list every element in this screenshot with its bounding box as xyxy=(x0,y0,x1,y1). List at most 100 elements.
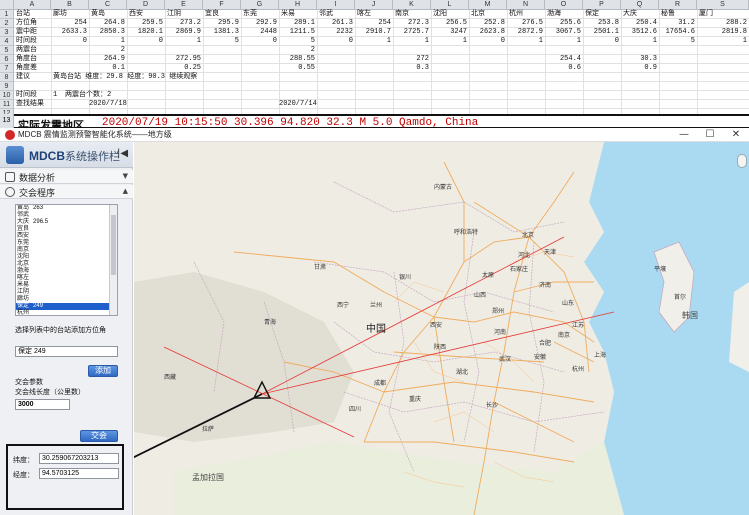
sheet-cell[interactable]: 261.3 xyxy=(317,19,353,28)
sheet-cell[interactable]: 2850.3 xyxy=(89,28,125,37)
station-list-item[interactable]: 沈阳 xyxy=(16,254,117,261)
sheet-cell[interactable]: 0 xyxy=(469,37,505,46)
sheet-cell[interactable]: 台站 xyxy=(16,10,30,19)
sheet-cell[interactable]: 2869.9 xyxy=(165,28,201,37)
sheet-cell[interactable]: 264.9 xyxy=(89,55,125,64)
sheet-cell[interactable]: 1 xyxy=(89,37,125,46)
sheet-cell[interactable]: 3247 xyxy=(431,28,467,37)
sheet-cell[interactable]: 渤海 xyxy=(547,10,561,19)
row-header[interactable]: 9 xyxy=(0,82,14,91)
sheet-cell[interactable]: 2232 xyxy=(317,28,353,37)
row-header[interactable]: 8 xyxy=(0,73,14,82)
sheet-cell[interactable]: 1 xyxy=(393,37,429,46)
sheet-cell[interactable]: 黄岛台站 维度：29.8 经度：90.3 继续观察 xyxy=(53,73,197,82)
sheet-cell[interactable]: 0 xyxy=(583,37,619,46)
station-list-item[interactable]: 黄岛 263 xyxy=(16,205,117,212)
sheet-cell[interactable]: 西安 xyxy=(129,10,143,19)
sheet-cell[interactable]: 宜良 xyxy=(205,10,219,19)
sheet-cell[interactable]: 2 xyxy=(279,46,315,55)
longitude-field[interactable]: 94.5703125 xyxy=(39,468,119,479)
column-header[interactable]: C xyxy=(89,0,127,10)
sheet-cell[interactable]: 2633.3 xyxy=(51,28,87,37)
sheet-cell[interactable]: 建议 xyxy=(16,73,30,82)
sheet-cell[interactable]: 2448 xyxy=(241,28,277,37)
sheet-cell[interactable]: 方位角 xyxy=(16,19,37,28)
column-header[interactable]: I xyxy=(317,0,355,10)
station-list-item[interactable]: 大庆 296.5 xyxy=(16,219,117,226)
row-header[interactable]: 10 xyxy=(0,91,14,100)
sheet-cell[interactable]: 查找结果 xyxy=(16,100,44,109)
sheet-cell[interactable]: 0.9 xyxy=(621,64,657,73)
close-button[interactable]: ✕ xyxy=(723,128,749,142)
map-view[interactable]: 中国 北京 天津 石家庄 太原 济南 呼和浩特 银川 兰州 西宁 西安 郑州 合… xyxy=(134,142,749,515)
sheet-cell[interactable]: 喀左 xyxy=(357,10,371,19)
column-header[interactable]: B xyxy=(51,0,89,10)
sheet-cell[interactable]: 273.2 xyxy=(165,19,201,28)
sheet-cell[interactable]: 272 xyxy=(393,55,429,64)
sheet-cell[interactable]: 5 xyxy=(203,37,239,46)
sheet-cell[interactable]: 时间段 xyxy=(16,91,37,100)
sheet-cell[interactable]: 30.3 xyxy=(621,55,657,64)
column-header[interactable]: H xyxy=(279,0,317,10)
sheet-cell[interactable]: 北京 xyxy=(471,10,485,19)
actual-quake-row[interactable]: 实际发震地区 2020/07/19 10:15:50 30.396 94.820… xyxy=(14,114,749,132)
sheet-cell[interactable]: 2872.9 xyxy=(507,28,543,37)
station-list-item[interactable]: 杭州 xyxy=(16,310,117,315)
sheet-cell[interactable]: 大庆 xyxy=(623,10,637,19)
station-list-item[interactable]: 东莞 xyxy=(16,240,117,247)
sheet-cell[interactable]: 254 xyxy=(51,19,87,28)
column-header[interactable]: A xyxy=(14,0,51,10)
column-header[interactable]: Q xyxy=(621,0,659,10)
station-list-item[interactable]: 西安 xyxy=(16,233,117,240)
station-list-item[interactable]: 保定 249 xyxy=(16,303,117,310)
sheet-cell[interactable]: 254 xyxy=(355,19,391,28)
column-header[interactable]: J xyxy=(355,0,393,10)
sheet-cell[interactable]: 264.8 xyxy=(89,19,125,28)
sheet-cell[interactable]: 1381.3 xyxy=(203,28,239,37)
column-header[interactable]: G xyxy=(241,0,279,10)
station-list-item[interactable]: 江阴 xyxy=(16,289,117,296)
sheet-cell[interactable]: 0.3 xyxy=(393,64,429,73)
sheet-cell[interactable]: 2 xyxy=(89,46,125,55)
sheet-cell[interactable]: 1 xyxy=(621,37,657,46)
column-header[interactable]: F xyxy=(203,0,241,10)
row-header[interactable]: 2 xyxy=(0,19,14,28)
sheet-cell[interactable]: 2020/7/18 xyxy=(89,100,127,109)
sheet-cell[interactable]: 2623.8 xyxy=(469,28,505,37)
sheet-corner[interactable] xyxy=(0,0,14,10)
sheet-cell[interactable]: 250.4 xyxy=(621,19,657,28)
sheet-cell[interactable]: 2020/7/14 xyxy=(279,100,317,109)
row-header[interactable]: 5 xyxy=(0,46,14,55)
sheet-cell[interactable]: 1820.1 xyxy=(127,28,163,37)
station-list-item[interactable]: 北京 xyxy=(16,261,117,268)
scrollbar-thumb[interactable] xyxy=(111,215,116,275)
intersect-button[interactable]: 交会 xyxy=(80,430,118,442)
sheet-cell[interactable]: 288.55 xyxy=(279,55,315,64)
sheet-cell[interactable]: 295.9 xyxy=(203,19,239,28)
column-header[interactable]: K xyxy=(393,0,431,10)
station-list-item[interactable]: 喀左 xyxy=(16,275,117,282)
sheet-cell[interactable]: 272.3 xyxy=(393,19,429,28)
length-input[interactable]: 3000 xyxy=(15,399,70,410)
sheet-cell[interactable]: 廊坊 xyxy=(53,10,67,19)
sheet-cell[interactable]: 时间段 xyxy=(16,37,37,46)
sheet-cell[interactable]: 角度差 xyxy=(16,64,37,73)
sheet-cell[interactable]: 0 xyxy=(127,37,163,46)
latitude-field[interactable]: 30.259067203213 xyxy=(39,453,119,464)
sheet-cell[interactable]: 255.6 xyxy=(545,19,581,28)
sheet-cell[interactable]: 米易 xyxy=(281,10,295,19)
sheet-cell[interactable]: 0.1 xyxy=(89,64,125,73)
sheet-cell[interactable]: 沈阳 xyxy=(433,10,447,19)
sheet-cell[interactable]: 259.5 xyxy=(127,19,163,28)
sheet-cell[interactable]: 保定 xyxy=(585,10,599,19)
sheet-cell[interactable]: 1 xyxy=(165,37,201,46)
sheet-cell[interactable]: 0.6 xyxy=(545,64,581,73)
sheet-cell[interactable]: 0.55 xyxy=(279,64,315,73)
sheet-cell[interactable]: 角度台 xyxy=(16,55,37,64)
sheet-cell[interactable]: 南京 xyxy=(395,10,409,19)
row-header[interactable]: 3 xyxy=(0,28,14,37)
row-header[interactable]: 11 xyxy=(0,100,14,109)
sheet-cell[interactable]: 1 xyxy=(355,37,391,46)
sheet-cell[interactable]: 黄岛 xyxy=(91,10,105,19)
sheet-cell[interactable]: 31.2 xyxy=(659,19,695,28)
